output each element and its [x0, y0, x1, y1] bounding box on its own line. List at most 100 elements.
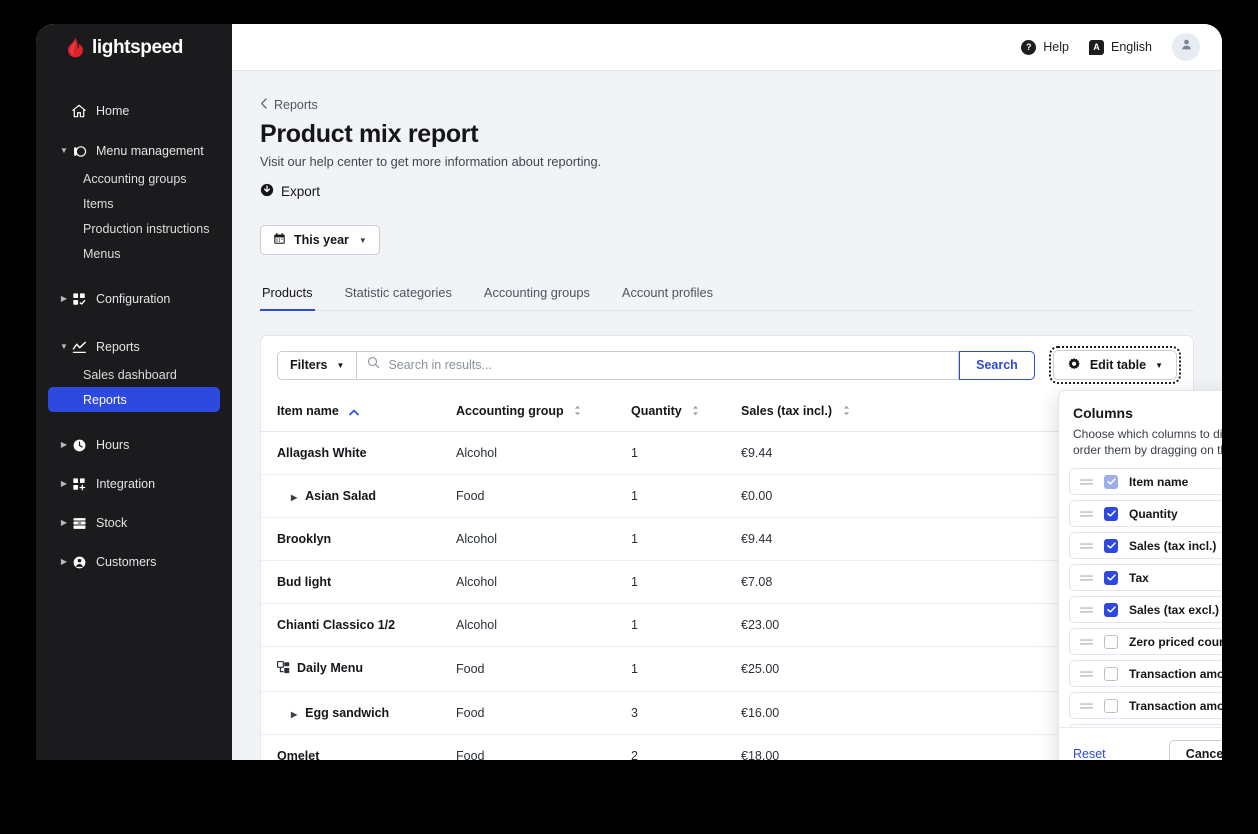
- drag-handle-icon[interactable]: [1080, 473, 1093, 491]
- sidebar-item-menu-management[interactable]: ▼ Menu management: [36, 136, 232, 166]
- cell-item-name: Chianti Classico 1/2: [261, 603, 456, 647]
- column-header-quantity[interactable]: Quantity: [631, 394, 741, 432]
- column-checkbox-transaction-amount-tax-incl[interactable]: [1104, 666, 1118, 681]
- sidebar-item-home[interactable]: Home: [36, 96, 232, 126]
- column-option-sales-tax-incl[interactable]: Sales (tax incl.): [1069, 532, 1222, 560]
- table-row[interactable]: Chianti Classico 1/2 Alcohol 1 €23.00: [261, 603, 1193, 647]
- drag-handle-icon[interactable]: [1080, 537, 1093, 555]
- cell-accounting-group: Alcohol: [456, 517, 631, 561]
- help-button[interactable]: ? Help: [1021, 39, 1069, 55]
- avatar[interactable]: [1172, 33, 1200, 61]
- drag-handle-icon[interactable]: [1080, 505, 1093, 523]
- tab-statistic-categories[interactable]: Statistic categories: [343, 279, 454, 311]
- brand-logo[interactable]: lightspeed: [36, 24, 232, 71]
- sidebar-subitem-production-instructions[interactable]: Production instructions: [48, 216, 220, 241]
- sidebar-subitem-items[interactable]: Items: [48, 191, 220, 216]
- drag-handle-icon[interactable]: [1080, 697, 1093, 715]
- reset-button[interactable]: Reset: [1073, 747, 1106, 760]
- cell-sales: €18.00: [741, 734, 941, 760]
- edit-table-button[interactable]: Edit table ▼: [1048, 346, 1182, 384]
- sidebar-subitem-accounting-groups[interactable]: Accounting groups: [48, 166, 220, 191]
- column-header-sales-tax-incl[interactable]: Sales (tax incl.): [741, 394, 941, 432]
- sidebar-subitem-label: Production instructions: [83, 221, 210, 236]
- chevron-right-icon[interactable]: ▶: [58, 558, 70, 566]
- column-option-sales-tax-excl[interactable]: Sales (tax excl.): [1069, 596, 1222, 624]
- chevron-right-icon[interactable]: ▶: [58, 441, 70, 449]
- sidebar-item-hours[interactable]: ▶ Hours: [36, 430, 232, 460]
- table-row[interactable]: ▶ Asian Salad Food 1 €0.00: [261, 474, 1193, 518]
- sidebar-item-customers[interactable]: ▶ Customers: [36, 547, 232, 577]
- sidebar-item-reports[interactable]: ▼ Reports: [36, 332, 232, 362]
- column-checkbox-sales-tax-excl[interactable]: [1104, 602, 1118, 617]
- sidebar-subitem-reports[interactable]: Reports: [48, 387, 220, 412]
- column-option-partial[interactable]: [1069, 724, 1222, 728]
- expand-caret-icon[interactable]: ▶: [291, 710, 297, 719]
- lightspeed-flame-icon: [66, 37, 85, 58]
- cell-quantity: 1: [631, 431, 741, 475]
- column-checkbox-zero-priced-count[interactable]: [1104, 634, 1118, 649]
- sidebar-item-integration[interactable]: ▶ Integration: [36, 469, 232, 499]
- column-header-accounting-group[interactable]: Accounting group: [456, 394, 631, 432]
- chevron-right-icon[interactable]: ▶: [58, 519, 70, 527]
- sidebar-subitem-menus[interactable]: Menus: [48, 241, 220, 266]
- sidebar-divider-3: [36, 412, 232, 430]
- search-input[interactable]: [388, 358, 949, 372]
- search-button[interactable]: Search: [959, 350, 1035, 380]
- cell-item-name: ▶ Egg sandwich: [261, 691, 456, 735]
- column-checkbox-tax[interactable]: [1104, 570, 1118, 585]
- column-option-label: Transaction amount (tax excl.): [1129, 698, 1222, 713]
- export-button[interactable]: Export: [260, 183, 1194, 200]
- drag-handle-icon[interactable]: [1080, 633, 1093, 651]
- chevron-down-icon[interactable]: ▼: [58, 343, 70, 351]
- column-checkbox-transaction-amount-tax-excl[interactable]: [1104, 698, 1118, 713]
- columns-list[interactable]: Item name Quantity Sales (tax incl.) Tax…: [1059, 462, 1222, 728]
- sidebar-subitem-sales-dashboard[interactable]: Sales dashboard: [48, 362, 220, 387]
- tab-account-profiles[interactable]: Account profiles: [620, 279, 715, 311]
- chevron-right-icon[interactable]: ▶: [58, 480, 70, 488]
- language-label: English: [1111, 40, 1152, 54]
- user-avatar-icon: [1180, 38, 1193, 56]
- table-row[interactable]: ▶ Egg sandwich Food 3 €16.00: [261, 691, 1193, 735]
- expand-caret-icon[interactable]: ▶: [291, 493, 297, 502]
- table-row[interactable]: Allagash White Alcohol 1 €9.44: [261, 431, 1193, 475]
- column-option-quantity[interactable]: Quantity: [1069, 500, 1222, 528]
- column-checkbox-item-name[interactable]: [1104, 474, 1118, 489]
- column-option-tax[interactable]: Tax: [1069, 564, 1222, 592]
- drag-handle-icon[interactable]: [1080, 665, 1093, 683]
- drag-handle-icon[interactable]: [1080, 601, 1093, 619]
- table-row[interactable]: Bud light Alcohol 1 €7.08: [261, 560, 1193, 604]
- column-header-label: Quantity: [631, 404, 682, 418]
- table-row[interactable]: Daily Menu Food 1 €25.00: [261, 646, 1193, 692]
- home-icon: [70, 104, 88, 118]
- cancel-button[interactable]: Cancel: [1168, 740, 1222, 760]
- chevron-down-icon[interactable]: ▼: [359, 236, 367, 245]
- column-checkbox-quantity[interactable]: [1104, 506, 1118, 521]
- breadcrumb[interactable]: Reports: [260, 98, 1194, 112]
- table-row[interactable]: Omelet Food 2 €18.00: [261, 734, 1193, 760]
- sidebar-item-configuration[interactable]: ▶ Configuration: [36, 284, 232, 314]
- sort-none-icon: [843, 405, 850, 419]
- column-checkbox-sales-tax-incl[interactable]: [1104, 538, 1118, 553]
- language-selector[interactable]: A English: [1089, 39, 1152, 55]
- column-option-transaction-amount-tax-incl[interactable]: Transaction amount (tax incl.): [1069, 660, 1222, 688]
- sidebar-item-stock[interactable]: ▶ Stock: [36, 508, 232, 538]
- column-option-transaction-amount-tax-excl[interactable]: Transaction amount (tax excl.): [1069, 692, 1222, 720]
- chevron-down-icon[interactable]: ▼: [58, 147, 70, 155]
- sort-none-icon: [574, 405, 581, 419]
- chevron-right-icon[interactable]: ▶: [58, 295, 70, 303]
- column-header-item-name[interactable]: Item name: [261, 394, 456, 432]
- calendar-icon: [273, 232, 286, 248]
- page-content: Reports Product mix report Visit our hel…: [232, 71, 1222, 760]
- tab-accounting-groups[interactable]: Accounting groups: [482, 279, 592, 311]
- column-option-zero-priced-count[interactable]: Zero priced count: [1069, 628, 1222, 656]
- date-range-picker[interactable]: This year ▼: [260, 225, 380, 255]
- main-area: ? Help A English Reports Product mix rep…: [232, 24, 1222, 760]
- table-row[interactable]: Brooklyn Alcohol 1 €9.44: [261, 517, 1193, 561]
- filters-button[interactable]: Filters ▼: [277, 350, 358, 380]
- reports-chart-icon: [70, 340, 88, 355]
- drag-handle-icon[interactable]: [1080, 569, 1093, 587]
- report-table: Item name Accounting group Quantity Sale…: [261, 394, 1193, 760]
- table-body: Allagash White Alcohol 1 €9.44 ▶ Asian Sa…: [261, 431, 1193, 760]
- tab-products[interactable]: Products: [260, 279, 315, 311]
- column-option-item-name[interactable]: Item name: [1069, 468, 1222, 496]
